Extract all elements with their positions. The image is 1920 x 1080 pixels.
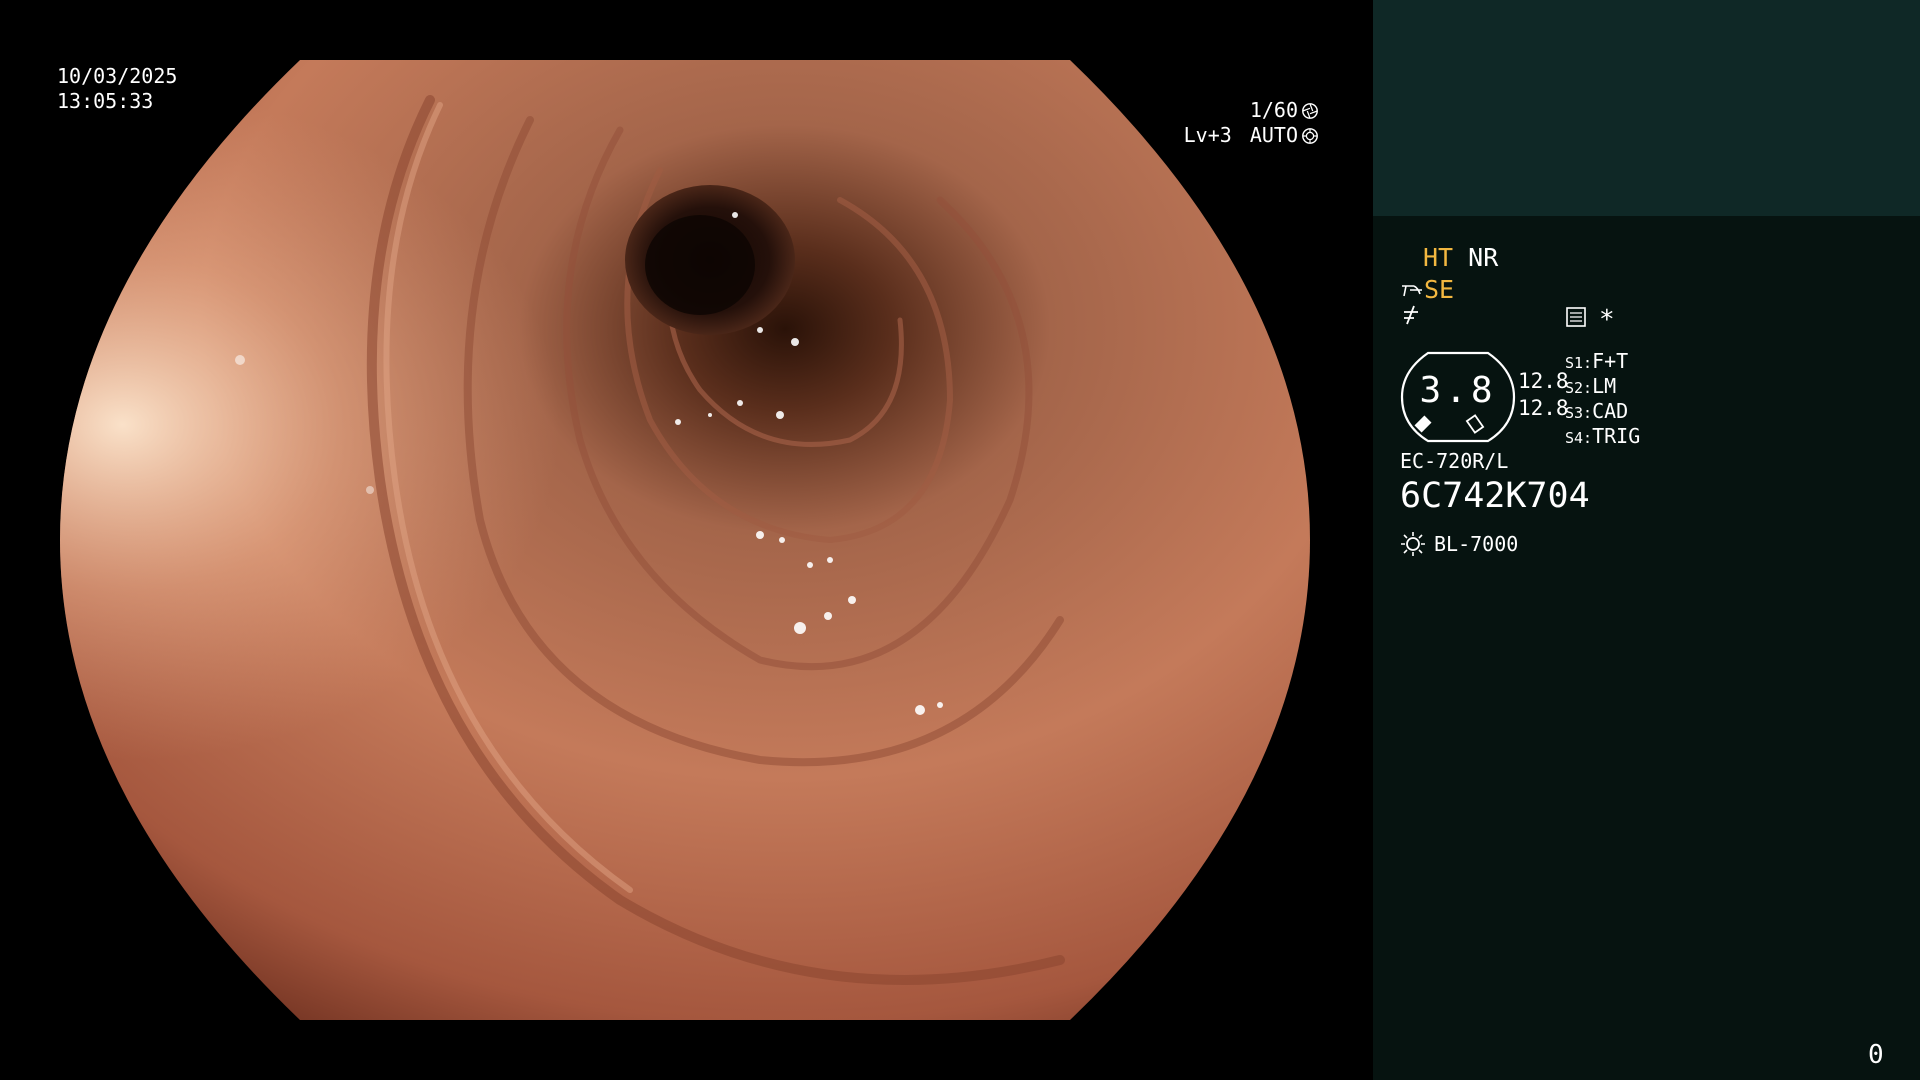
structure-enhance-row: SE xyxy=(1400,275,1454,304)
scope-serial-label: 6C742K704 xyxy=(1400,476,1590,516)
freeze-icon xyxy=(1404,305,1418,325)
processing-mode-row: HT NR xyxy=(1423,243,1498,272)
se-label: SE xyxy=(1424,275,1455,304)
shutter-speed-label: 1/60 xyxy=(1249,98,1298,122)
switch-4-row: S4:TRIG xyxy=(1565,424,1640,448)
switch-4-key: S4: xyxy=(1565,429,1593,447)
switch-1-value: F+T xyxy=(1592,349,1629,373)
scope-model-label: EC-720R/L xyxy=(1400,449,1509,473)
switch-3-value: CAD xyxy=(1592,399,1629,423)
memory-card-icon xyxy=(1566,307,1586,327)
time-label: 13:05:33 xyxy=(57,89,154,113)
zoom-value-1: 12.8 xyxy=(1518,369,1569,393)
switch-3-key: S3: xyxy=(1565,404,1593,422)
switch-4-value: TRIG xyxy=(1592,424,1641,448)
image-counter: 0 xyxy=(1868,1040,1884,1070)
date-label: 10/03/2025 xyxy=(57,64,178,88)
endoscopic-image xyxy=(60,60,1310,1020)
structure-enhance-icon xyxy=(1402,284,1422,296)
light-source-row: BL-7000 xyxy=(1400,531,1518,557)
endoscope-view: 10/03/2025 13:05:33 1/60 Lv+3 AUTO xyxy=(0,0,1373,1080)
panel-header-area xyxy=(1373,0,1920,216)
switch-1-row: S1:F+T xyxy=(1565,349,1628,373)
aperture-icon xyxy=(1302,102,1318,119)
iris-mode-label: AUTO xyxy=(1249,123,1298,147)
zoom-value-2: 12.8 xyxy=(1518,396,1569,420)
ht-label: HT xyxy=(1423,243,1454,272)
nr-label: NR xyxy=(1468,243,1499,272)
record-marker: * xyxy=(1599,305,1615,335)
info-panel: HT NR SE * 3.8 12.8 12.8 S1:F+T S2:LM S3… xyxy=(1373,0,1920,1080)
switch-1-key: S1: xyxy=(1565,354,1593,372)
iris-auto-icon xyxy=(1302,127,1318,144)
light-source-label: BL-7000 xyxy=(1434,532,1519,556)
iris-level-label: Lv+3 xyxy=(1183,123,1232,147)
datetime-readout: 10/03/2025 13:05:33 xyxy=(57,64,177,114)
light-source-icon xyxy=(1401,532,1425,556)
gauge-value: 3.8 xyxy=(1419,370,1497,411)
switch-2-value: LM xyxy=(1592,374,1617,398)
exposure-readout: 1/60 Lv+3 AUTO xyxy=(1184,98,1319,148)
switch-2-row: S2:LM xyxy=(1565,374,1616,398)
switch-3-row: S3:CAD xyxy=(1565,399,1628,423)
switch-2-key: S2: xyxy=(1565,379,1593,397)
